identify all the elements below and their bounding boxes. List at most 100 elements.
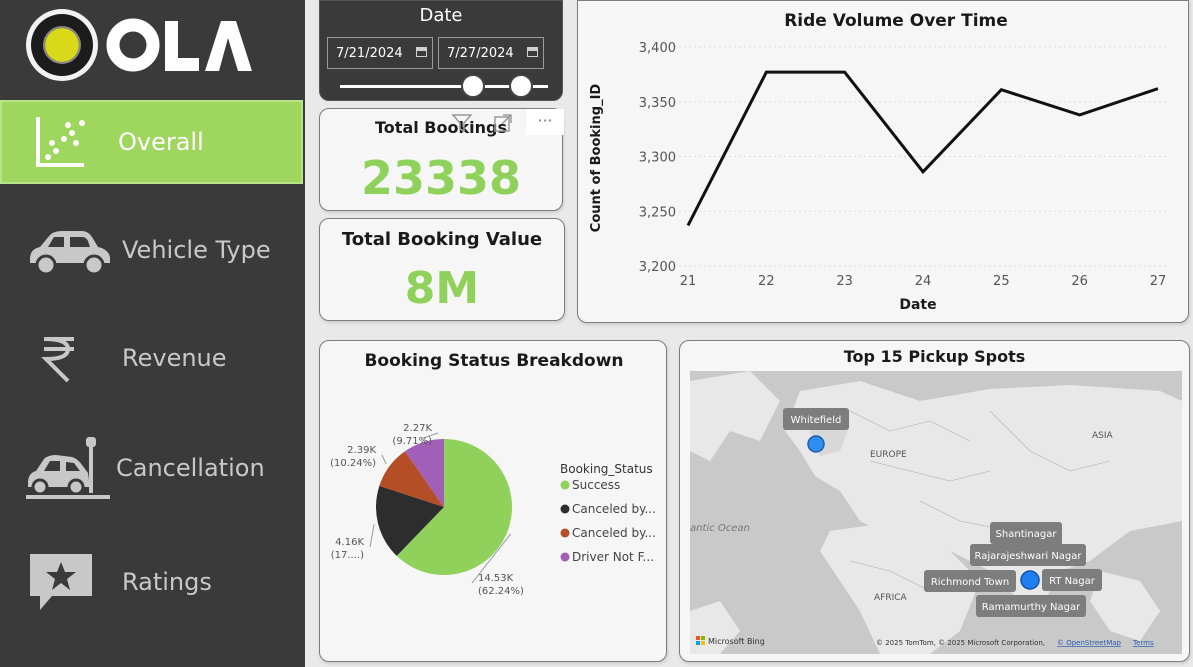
focus-mode-icon[interactable] (492, 112, 514, 134)
osm-link[interactable]: © OpenStreetMap (1057, 639, 1122, 647)
pin-label-whitefield: Whitefield (783, 408, 849, 430)
pin-label-rt-nagar: RT Nagar (1042, 569, 1102, 591)
slice-percent-label: (62.24%) (478, 586, 524, 597)
sidebar-item-label: Cancellation (116, 454, 265, 482)
ola-logo (26, 9, 252, 81)
x-tick-label: 22 (758, 274, 775, 289)
y-tick-label: 3,250 (639, 205, 676, 220)
legend-marker (560, 480, 570, 490)
date-slicer: Date 7/21/2024 7/27/2024 (319, 0, 563, 101)
booking-status-pie-chart[interactable]: Booking Status Breakdown 14.53K (62.24%) 4… (320, 341, 668, 663)
leader-line (381, 454, 387, 465)
end-date-input[interactable]: 7/27/2024 (438, 37, 544, 69)
y-tick-label: 3,200 (639, 260, 676, 275)
map-title: Top 15 Pickup Spots (843, 347, 1026, 366)
y-tick-label: 3,300 (639, 151, 676, 166)
scatter-chart-icon (36, 117, 85, 167)
svg-text:Richmond Town: Richmond Town (931, 577, 1009, 588)
car-crash-icon (26, 437, 110, 499)
car-icon (30, 231, 110, 275)
svg-text:Microsoft Bing: Microsoft Bing (708, 637, 765, 646)
slice-percent-label: (17....) (331, 550, 364, 561)
total-bookings-value: 23338 (360, 151, 522, 205)
legend-item[interactable]: Canceled by... (572, 526, 656, 540)
legend-item[interactable]: Driver Not F... (572, 550, 654, 564)
pickup-map[interactable]: EUROPE ASIA AFRICA antic Ocean Whitefiel… (690, 371, 1182, 654)
star-comment-icon (30, 554, 92, 610)
more-options-icon[interactable]: ··· (526, 109, 564, 135)
rupee-icon (41, 337, 74, 383)
svg-text:Shantinagar: Shantinagar (996, 529, 1058, 540)
filter-icon[interactable] (450, 112, 474, 134)
x-tick-label: 25 (993, 274, 1010, 289)
calendar-icon[interactable] (416, 47, 427, 57)
calendar-icon[interactable] (527, 47, 538, 57)
chart-title: Ride Volume Over Time (784, 11, 1008, 31)
sidebar-item-revenue[interactable]: Revenue (0, 316, 303, 400)
series-line (686, 70, 1159, 227)
slider-end-handle[interactable] (508, 74, 533, 98)
x-tick-label: 27 (1150, 274, 1167, 289)
pin-label-shantinagar: Shantinagar (990, 522, 1062, 544)
svg-text:RT Nagar: RT Nagar (1049, 576, 1096, 587)
ride-volume-line-chart[interactable]: Ride Volume Over Time Date Count of Book… (578, 1, 1190, 324)
x-tick-label: 24 (915, 274, 932, 289)
map-pin[interactable] (1020, 570, 1040, 590)
slice-value-label: 14.53K (478, 573, 514, 584)
region-label: antic Ocean (690, 523, 750, 534)
sidebar-item-label: Overall (118, 128, 204, 156)
x-tick-label: 23 (836, 274, 853, 289)
y-axis-label: Count of Booking_ID (589, 84, 604, 233)
x-tick-label: 26 (1071, 274, 1088, 289)
legend-item[interactable]: Success (572, 478, 620, 492)
leader-line (369, 524, 375, 548)
slice-percent-label: (9.71%) (392, 436, 432, 447)
pin-label-richmond-town: Richmond Town (924, 570, 1016, 592)
total-booking-value: 8M (404, 263, 480, 314)
total-booking-value-card: Total Booking Value 8M (319, 218, 565, 321)
svg-text:Ramamurthy Nagar: Ramamurthy Nagar (982, 602, 1081, 613)
legend-title: Booking_Status (560, 462, 653, 476)
legend-marker (560, 504, 570, 514)
slice-value-label: 2.27K (403, 423, 432, 434)
pickup-spots-map-card: Top 15 Pickup Spots EUROPE ASIA AFRICA a… (679, 340, 1190, 662)
svg-text:Rajarajeshwari Nagar: Rajarajeshwari Nagar (974, 551, 1082, 562)
pin-label-ramamurthy-nagar: Ramamurthy Nagar (976, 595, 1086, 617)
card-title: Total Booking Value (341, 229, 543, 250)
map-attribution: © 2025 TomTom, © 2025 Microsoft Corporat… (876, 639, 1045, 647)
slider-start-handle[interactable] (461, 74, 486, 98)
y-tick-label: 3,350 (639, 96, 676, 111)
end-date-value: 7/27/2024 (447, 46, 514, 61)
region-label: EUROPE (870, 450, 907, 460)
sidebar-item-overall[interactable]: Overall (0, 100, 303, 184)
ride-volume-chart-card: Ride Volume Over Time Date Count of Book… (577, 0, 1189, 323)
x-axis-label: Date (899, 297, 936, 313)
chart-title: Booking Status Breakdown (364, 351, 623, 371)
sidebar-item-label: Revenue (122, 344, 227, 372)
start-date-value: 7/21/2024 (336, 46, 403, 61)
sidebar-item-ratings[interactable]: Ratings (0, 540, 303, 624)
sidebar-item-vehicle-type[interactable]: Vehicle Type (0, 208, 303, 292)
slice-value-label: 2.39K (347, 445, 376, 456)
svg-text:Whitefield: Whitefield (791, 415, 842, 426)
map-pin[interactable] (807, 435, 825, 453)
sidebar-item-cancellation[interactable]: Cancellation (0, 426, 303, 510)
legend-marker (560, 528, 570, 538)
y-tick-label: 3,400 (639, 41, 676, 56)
slicer-title: Date (419, 5, 463, 26)
start-date-input[interactable]: 7/21/2024 (327, 37, 433, 69)
x-tick-label: 21 (680, 274, 697, 289)
region-label: ASIA (1092, 431, 1114, 441)
terms-link[interactable]: Terms (1132, 639, 1154, 647)
slice-value-label: 4.16K (335, 537, 364, 548)
sidebar: Overall Vehicle Type Revenue Cancellatio… (0, 0, 305, 667)
sidebar-item-label: Ratings (122, 568, 212, 596)
booking-status-card: Booking Status Breakdown 14.53K (62.24%) 4… (319, 340, 667, 662)
sidebar-item-label: Vehicle Type (122, 236, 271, 264)
visual-header: ··· (446, 109, 564, 137)
pin-label-rajarajeshwari-nagar: Rajarajeshwari Nagar (970, 544, 1086, 566)
legend-item[interactable]: Canceled by... (572, 502, 656, 516)
legend-marker (560, 552, 570, 562)
slice-percent-label: (10.24%) (330, 458, 376, 469)
region-label: AFRICA (874, 593, 908, 603)
